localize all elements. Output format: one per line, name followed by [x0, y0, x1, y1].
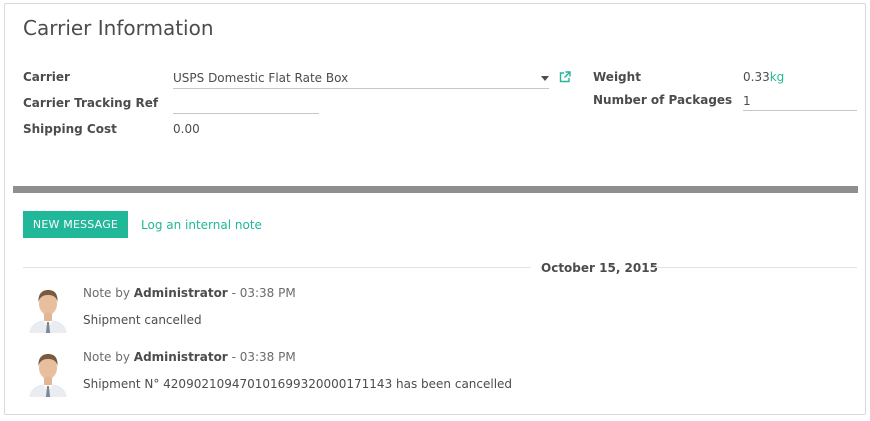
message-author[interactable]: Administrator [134, 350, 228, 364]
packages-label: Number of Packages [593, 93, 733, 107]
message-header: Note by Administrator - 03:38 PM [83, 350, 296, 364]
user-avatar[interactable] [23, 283, 73, 333]
date-separator-line-right [653, 267, 857, 268]
carrier-select[interactable]: USPS Domestic Flat Rate Box [173, 71, 348, 85]
user-avatar[interactable] [23, 347, 73, 397]
weight-number: 0.33 [743, 70, 770, 84]
external-link-icon[interactable] [558, 70, 572, 84]
date-separator: October 15, 2015 [541, 261, 658, 275]
chatter-divider [13, 186, 858, 193]
weight-unit: kg [769, 70, 785, 84]
date-separator-line-left [23, 267, 531, 268]
message-header: Note by Administrator - 03:38 PM [83, 286, 296, 300]
tracking-ref-underline [173, 113, 319, 114]
message-time: - 03:38 PM [231, 286, 296, 300]
carrier-information-panel: Carrier Information Carrier USPS Domesti… [4, 3, 866, 415]
section-title: Carrier Information [23, 16, 214, 40]
message-prefix: Note by [83, 286, 130, 300]
carrier-label: Carrier [23, 70, 70, 84]
message-author[interactable]: Administrator [134, 286, 228, 300]
message-time: - 03:38 PM [231, 350, 296, 364]
shipping-cost-value: 0.00 [173, 122, 200, 136]
message-body: Shipment N° 4209021094701016993200001711… [83, 377, 513, 391]
message-body: Shipment cancelled [83, 313, 202, 327]
log-note-link[interactable]: Log an internal note [141, 218, 262, 232]
weight-label: Weight [593, 70, 641, 84]
new-message-button[interactable]: NEW MESSAGE [23, 211, 128, 238]
packages-underline [743, 110, 857, 111]
caret-down-icon[interactable] [541, 76, 549, 81]
shipping-cost-label: Shipping Cost [23, 122, 117, 136]
weight-value: 0.33kg [743, 70, 784, 84]
carrier-field-underline [173, 88, 549, 89]
tracking-ref-label: Carrier Tracking Ref [23, 96, 159, 110]
tracking-ref-input[interactable] [173, 96, 319, 112]
message-prefix: Note by [83, 350, 130, 364]
packages-input[interactable]: 1 [743, 94, 751, 108]
